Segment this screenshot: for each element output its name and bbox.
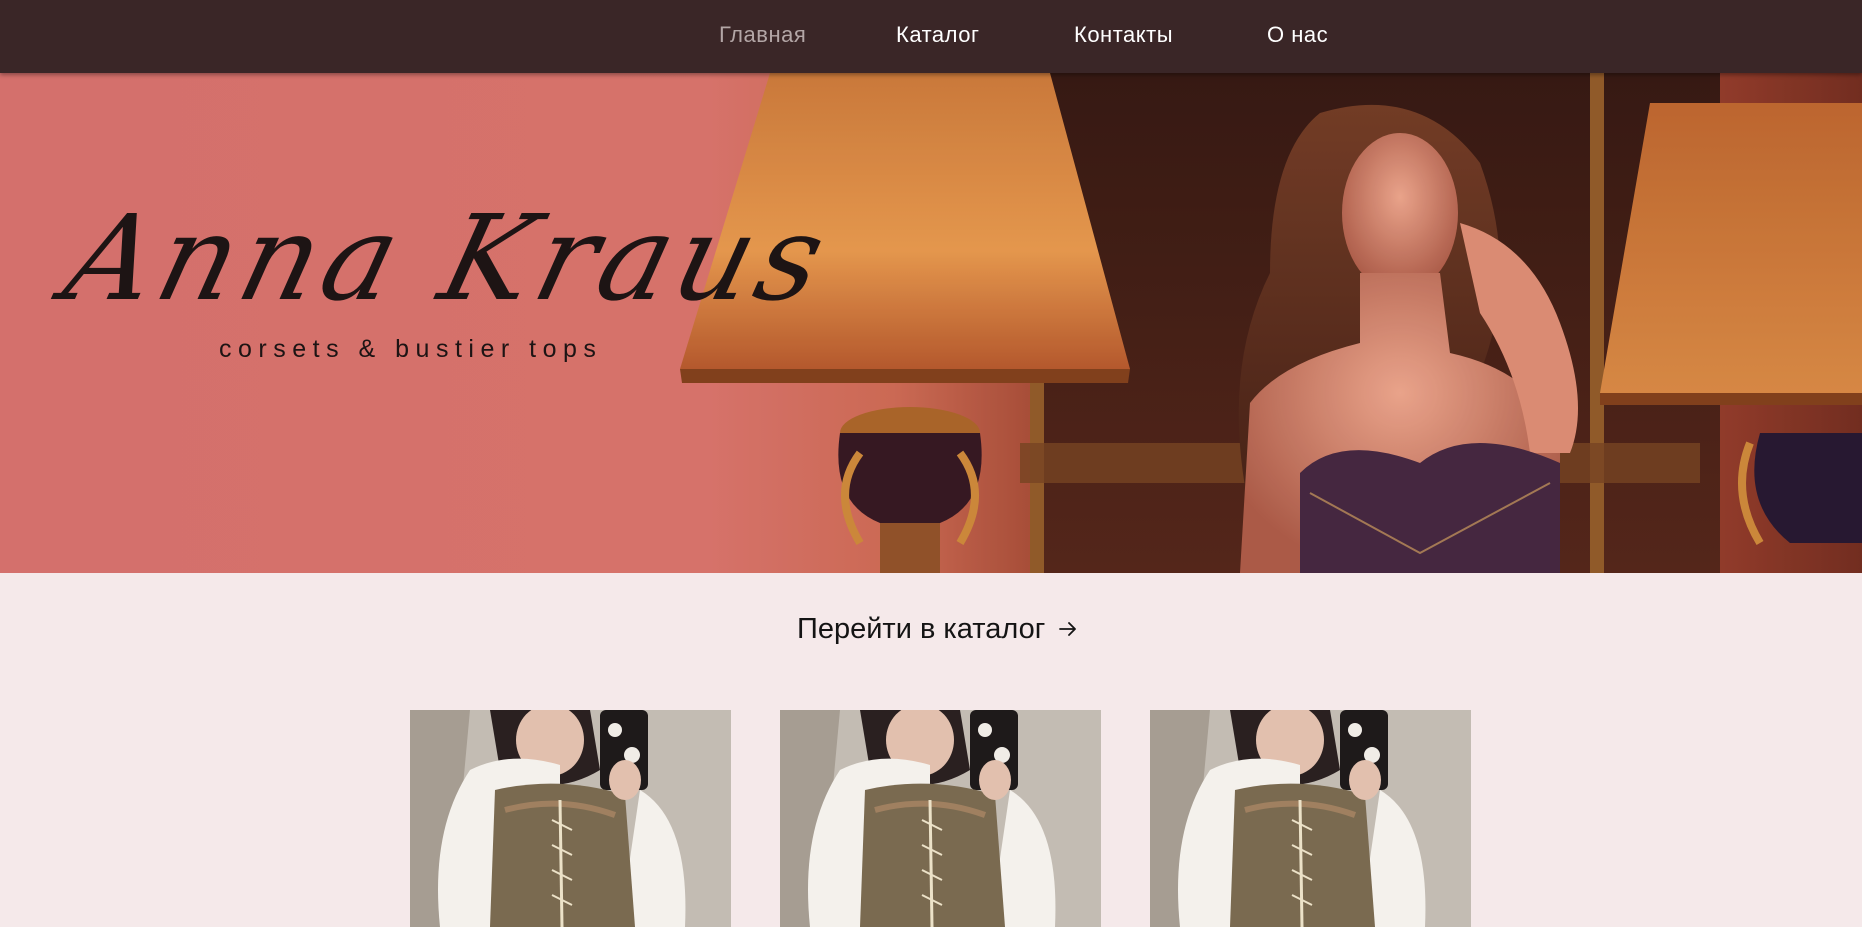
go-to-catalog-link[interactable]: Перейти в каталог — [797, 609, 1079, 649]
arrow-right-icon — [1059, 622, 1077, 636]
nav-item-about[interactable]: О нас — [1267, 22, 1328, 48]
corset-photo — [410, 710, 731, 927]
top-navbar: Главная Каталог Контакты О нас — [0, 0, 1862, 73]
hero-banner: Anna Kraus corsets & bustier tops — [0, 73, 1862, 573]
nav-item-home[interactable]: Главная — [719, 22, 806, 48]
brand-tagline: corsets & bustier tops — [219, 335, 603, 363]
corset-photo — [780, 710, 1101, 927]
product-card[interactable] — [410, 710, 731, 927]
brand-logo: Anna Kraus — [52, 189, 844, 327]
go-to-catalog-label: Перейти в каталог — [797, 612, 1046, 645]
product-card[interactable] — [1150, 710, 1471, 927]
product-card[interactable] — [780, 710, 1101, 927]
nav-item-contacts[interactable]: Контакты — [1074, 22, 1173, 48]
nav-item-catalog[interactable]: Каталог — [896, 22, 979, 48]
corset-photo — [1150, 710, 1471, 927]
